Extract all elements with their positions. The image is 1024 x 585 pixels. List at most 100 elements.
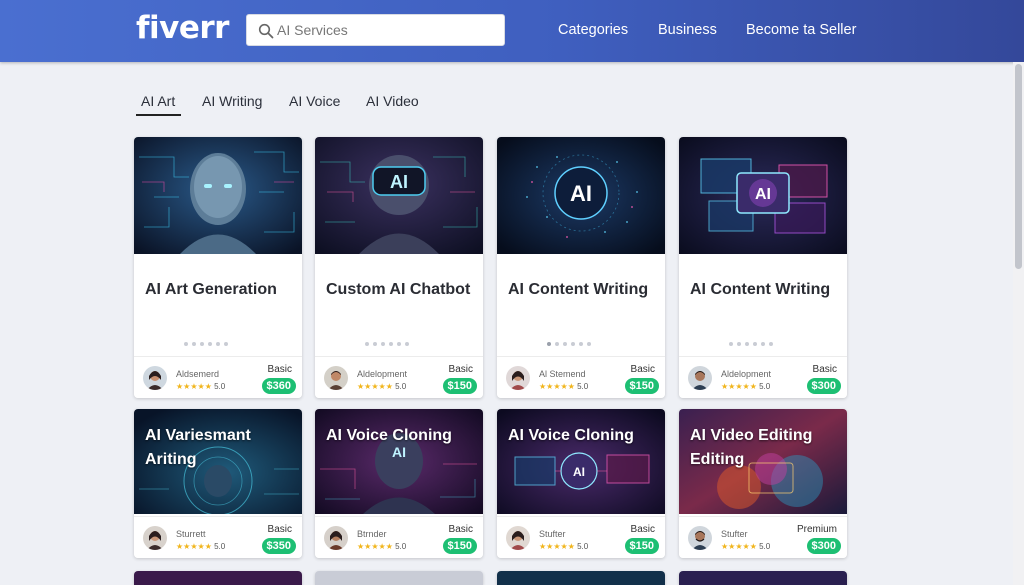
star-rating-icons: ★★★★★ (357, 382, 393, 391)
seller-name[interactable]: Sturrett (176, 529, 206, 539)
seller-name[interactable]: Stufter (539, 529, 566, 539)
gig-thumbnail: AI (315, 137, 483, 254)
seller-name[interactable]: Al Stemend (539, 369, 586, 379)
seller-info: Stufter ★★★★★ 5.0 Premium $300 (679, 516, 847, 558)
gig-card-partial[interactable] (315, 571, 483, 585)
seller-rating: ★★★★★ 5.0 (357, 382, 407, 391)
gig-card[interactable]: AI Custom AI Chatbot Aldelopment ★★★★★ 5… (315, 137, 483, 398)
package-tier: Basic (267, 364, 292, 375)
seller-name[interactable]: Aldsemerd (176, 369, 219, 379)
gig-thumbnail: AI (497, 137, 665, 254)
gig-card[interactable]: AI AI Voice Cloning Stufter ★★★★★ 5.0 Ba… (497, 409, 665, 558)
tab-ai-art[interactable]: AI Art (141, 93, 175, 109)
seller-rating: ★★★★★ 5.0 (539, 382, 589, 391)
tab-ai-video[interactable]: AI Video (366, 93, 419, 109)
carousel-dots[interactable] (184, 333, 232, 346)
ai-node-label: AI (573, 465, 585, 479)
gig-title[interactable]: AI Voice Cloning (508, 424, 658, 448)
star-rating-icons: ★★★★★ (357, 542, 393, 551)
seller-avatar[interactable] (324, 366, 348, 390)
gig-title[interactable]: AI Variesmant Ariting (145, 424, 295, 472)
ai-visor-label: AI (390, 172, 408, 192)
price-badge[interactable]: $300 (806, 538, 841, 554)
gig-thumbnail: AI (679, 137, 847, 254)
star-rating-icons: ★★★★★ (176, 382, 212, 391)
search-input[interactable] (277, 15, 497, 45)
gig-card-partial[interactable] (497, 571, 665, 585)
search-icon (258, 23, 274, 39)
package-tier: Basic (630, 364, 655, 375)
seller-info: Sturrett ★★★★★ 5.0 Basic $350 (134, 516, 302, 558)
gig-card[interactable]: AI Video Editing Editing Stufter ★★★★★ 5… (679, 409, 847, 558)
price-badge[interactable]: $300 (806, 378, 841, 394)
star-rating-icons: ★★★★★ (721, 542, 757, 551)
fiverr-logo[interactable]: fiverr (136, 10, 229, 46)
price-badge[interactable]: $150 (442, 538, 477, 554)
seller-name[interactable]: Stufter (721, 529, 748, 539)
gig-card[interactable]: AI Variesmant Ariting Sturrett ★★★★★ 5.0… (134, 409, 302, 558)
gig-title[interactable]: AI Video Editing Editing (690, 424, 840, 472)
gig-card-partial[interactable] (679, 571, 847, 585)
seller-info: Aldsemerd ★★★★★ 5.0 Basic $360 (134, 356, 302, 398)
package-tier: Basic (812, 364, 837, 375)
seller-info: Stufter ★★★★★ 5.0 Basic $150 (497, 516, 665, 558)
carousel-dots[interactable] (547, 333, 595, 346)
price-badge[interactable]: $360 (261, 378, 296, 394)
nav-become-seller[interactable]: Become ta Seller (746, 22, 856, 38)
seller-rating: ★★★★★ 5.0 (721, 542, 771, 551)
gig-title[interactable]: AI Content Writing (508, 278, 658, 302)
seller-name[interactable]: Aldelopment (357, 369, 407, 379)
tab-ai-voice[interactable]: AI Voice (289, 93, 340, 109)
search-box[interactable] (246, 14, 505, 46)
seller-rating: ★★★★★ 5.0 (357, 542, 407, 551)
ai-orb-label: AI (570, 181, 592, 206)
seller-rating: ★★★★★ 5.0 (721, 382, 771, 391)
carousel-dots[interactable] (729, 333, 777, 346)
price-badge[interactable]: $150 (624, 378, 659, 394)
scrollbar-thumb[interactable] (1015, 64, 1022, 269)
seller-avatar[interactable] (143, 526, 167, 550)
seller-avatar[interactable] (143, 366, 167, 390)
seller-info: Aldelopment ★★★★★ 5.0 Basic $150 (315, 356, 483, 398)
price-badge[interactable]: $350 (261, 538, 296, 554)
star-rating-icons: ★★★★★ (539, 382, 575, 391)
gig-thumbnail (134, 137, 302, 254)
star-rating-icons: ★★★★★ (721, 382, 757, 391)
seller-rating: ★★★★★ 5.0 (176, 542, 226, 551)
star-rating-icons: ★★★★★ (539, 542, 575, 551)
package-tier: Basic (448, 524, 473, 535)
gig-title[interactable]: AI Voice Cloning (326, 424, 476, 448)
active-tab-indicator (136, 114, 181, 116)
seller-info: Al Stemend ★★★★★ 5.0 Basic $150 (497, 356, 665, 398)
gig-card-partial[interactable] (134, 571, 302, 585)
seller-avatar[interactable] (324, 526, 348, 550)
gig-card[interactable]: AI Art Generation Aldsemerd ★★★★★ 5.0 Ba… (134, 137, 302, 398)
tab-ai-writing[interactable]: AI Writing (202, 93, 262, 109)
nav-categories[interactable]: Categories (558, 22, 628, 38)
seller-info: Btrnder ★★★★★ 5.0 Basic $150 (315, 516, 483, 558)
gig-card[interactable]: AI AI Content Writing Aldelopment ★★★★★ … (679, 137, 847, 398)
package-tier: Basic (630, 524, 655, 535)
package-tier: Premium (796, 524, 837, 535)
seller-avatar[interactable] (688, 526, 712, 550)
seller-rating: ★★★★★ 5.0 (176, 382, 226, 391)
seller-info: Aldelopment ★★★★★ 5.0 Basic $300 (679, 356, 847, 398)
seller-avatar[interactable] (506, 526, 530, 550)
gig-card[interactable]: AI AI Voice Cloning Btrnder ★★★★★ 5.0 Ba… (315, 409, 483, 558)
seller-avatar[interactable] (688, 366, 712, 390)
price-badge[interactable]: $150 (624, 538, 659, 554)
seller-name[interactable]: Aldelopment (721, 369, 771, 379)
nav-business[interactable]: Business (658, 22, 717, 38)
seller-avatar[interactable] (506, 366, 530, 390)
gig-title[interactable]: AI Content Writing (690, 278, 840, 302)
gig-card[interactable]: AI AI Content Writing Al Stemend ★★★★★ 5… (497, 137, 665, 398)
package-tier: Basic (448, 364, 473, 375)
gig-title[interactable]: AI Art Generation (145, 278, 295, 302)
seller-rating: ★★★★★ 5.0 (539, 542, 589, 551)
carousel-dots[interactable] (365, 333, 413, 346)
top-header: fiverr Categories Business Become ta Sel… (0, 0, 1024, 62)
seller-name[interactable]: Btrnder (357, 529, 387, 539)
price-badge[interactable]: $150 (442, 378, 477, 394)
package-tier: Basic (267, 524, 292, 535)
gig-title[interactable]: Custom AI Chatbot (326, 278, 476, 302)
